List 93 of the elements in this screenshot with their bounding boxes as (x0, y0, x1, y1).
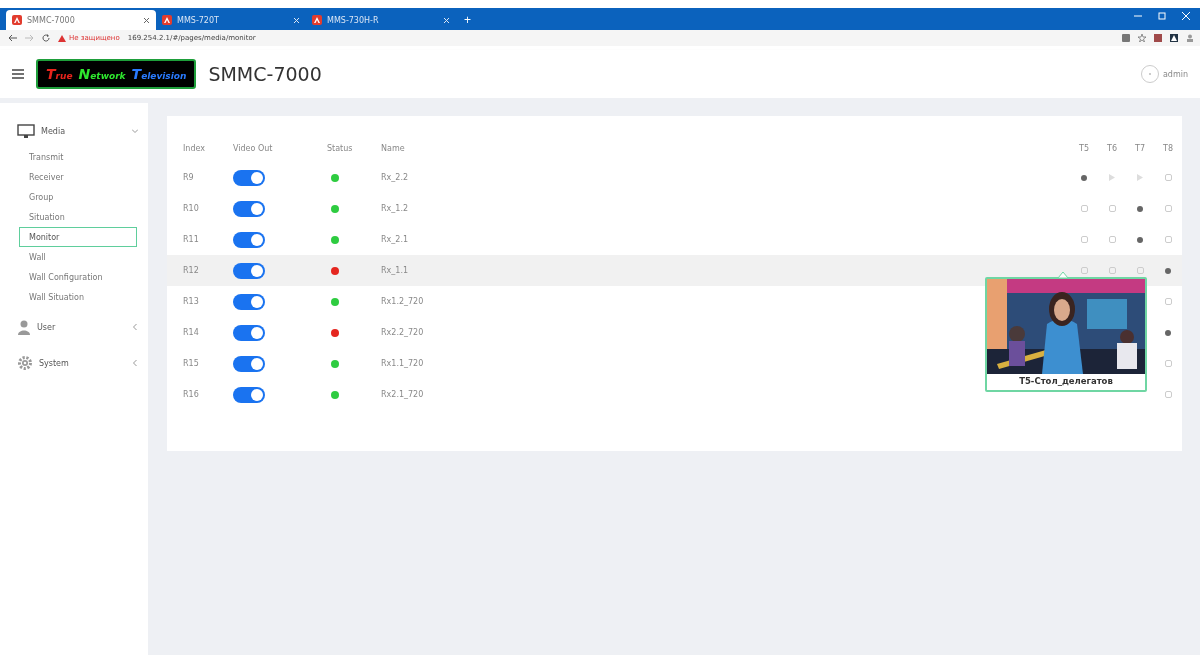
table-cell: R16 (183, 390, 199, 399)
toggle-switch[interactable] (233, 293, 265, 310)
selected-dot-icon[interactable] (1165, 329, 1171, 336)
table-cell: Rx1.1_720 (381, 359, 424, 368)
chevron-icon[interactable] (132, 128, 138, 134)
logo-word: Television (131, 66, 187, 82)
toggle-switch[interactable] (233, 386, 265, 403)
user-name[interactable]: admin (1162, 69, 1188, 79)
sidebar-item[interactable]: Wall (19, 247, 137, 267)
menu-icon[interactable] (12, 69, 24, 79)
table-cell: Rx1.2_720 (381, 297, 424, 306)
new-tab-button[interactable]: + (456, 13, 479, 30)
selected-dot-icon[interactable] (1165, 267, 1171, 274)
sidebar-section[interactable]: Media (0, 119, 148, 143)
empty-square-icon[interactable] (1108, 267, 1116, 274)
empty-square-icon[interactable] (1136, 267, 1144, 274)
selected-dot-icon[interactable] (1081, 174, 1087, 181)
preview-caption: T5-Стол_делегатов (1018, 375, 1114, 388)
sidebar-item[interactable]: Group (19, 187, 137, 207)
table-cell: R15 (183, 359, 199, 368)
table-cell: Rx_1.2 (381, 204, 408, 213)
sidebar-item[interactable]: Wall Situation (19, 287, 137, 307)
empty-square-icon[interactable] (1164, 205, 1172, 212)
column-header: T6 (1107, 143, 1117, 153)
table-cell: Rx_2.2 (381, 173, 408, 182)
column-header: T7 (1135, 143, 1145, 153)
empty-square-icon[interactable] (1080, 205, 1088, 212)
column-header: Video Out (233, 143, 273, 153)
toggle-switch[interactable] (233, 324, 265, 341)
column-header: T5 (1079, 143, 1089, 153)
logo-word: Network (78, 66, 126, 82)
browser-tab[interactable]: SMMC-7000 (6, 10, 156, 30)
empty-square-icon[interactable] (1164, 174, 1172, 181)
toggle-switch[interactable] (233, 231, 265, 248)
toggle-switch[interactable] (233, 200, 265, 217)
browser-tab[interactable]: MMS-730H-R (306, 10, 456, 30)
empty-square-icon[interactable] (1164, 236, 1172, 243)
sidebar-item[interactable]: Situation (19, 207, 137, 227)
table-cell: Rx_1.1 (381, 266, 408, 275)
empty-square-icon[interactable] (1164, 360, 1172, 367)
app-icon (312, 15, 322, 25)
table-cell: Rx2.1_720 (381, 390, 424, 399)
table-cell: R11 (183, 235, 199, 244)
table-cell: Rx_2.1 (381, 235, 408, 244)
sidebar-item[interactable]: Monitor (19, 227, 137, 247)
gear-icon (17, 355, 33, 371)
translate-icon[interactable] (1122, 34, 1130, 42)
chevron-icon[interactable] (132, 360, 138, 366)
back-icon[interactable] (8, 34, 17, 42)
logo-word: True (46, 66, 73, 82)
star-icon[interactable] (1138, 34, 1146, 42)
table-cell: R14 (183, 328, 199, 337)
column-header: Status (327, 143, 353, 153)
table-cell: R9 (183, 173, 194, 182)
column-header: Index (183, 143, 206, 153)
app-icon (12, 15, 22, 25)
empty-square-icon[interactable] (1108, 205, 1116, 212)
avatar-icon[interactable] (1140, 65, 1159, 83)
browser-tab[interactable]: MMS-720T (156, 10, 306, 30)
forward-icon[interactable] (25, 34, 34, 42)
minimize-icon[interactable] (1134, 12, 1142, 20)
toggle-switch[interactable] (233, 262, 265, 279)
toggle-switch[interactable] (233, 355, 265, 372)
sidebar-section[interactable]: User (0, 315, 148, 339)
empty-square-icon[interactable] (1108, 236, 1116, 243)
profile-icon[interactable] (1186, 34, 1194, 42)
close-icon[interactable] (143, 16, 150, 24)
column-header: T8 (1163, 143, 1173, 153)
selected-dot-icon[interactable] (1137, 236, 1143, 243)
sidebar-item[interactable]: Receiver (19, 167, 137, 187)
table-cell: R10 (183, 204, 199, 213)
sidebar-item[interactable]: Transmit (19, 147, 137, 167)
extension-icon[interactable] (1170, 34, 1178, 42)
table-cell: R12 (183, 266, 199, 275)
toggle-switch[interactable] (233, 169, 265, 186)
monitor-icon (17, 123, 35, 139)
empty-square-icon[interactable] (1164, 391, 1172, 398)
user-icon (17, 319, 31, 335)
table-cell: Rx2.2_720 (381, 328, 424, 337)
warning-icon (58, 34, 66, 42)
restore-icon[interactable] (1158, 12, 1166, 20)
reload-icon[interactable] (42, 34, 50, 42)
app-title: SMMC-7000 (208, 63, 322, 85)
sidebar-item[interactable]: Wall Configuration (19, 267, 137, 287)
empty-square-icon[interactable] (1080, 267, 1088, 274)
sidebar-section[interactable]: System (0, 351, 148, 375)
empty-square-icon[interactable] (1164, 298, 1172, 305)
column-header: Name (381, 143, 405, 153)
table-cell: R13 (183, 297, 199, 306)
chevron-icon[interactable] (132, 324, 138, 330)
empty-square-icon[interactable] (1080, 236, 1088, 243)
app-icon (162, 15, 172, 25)
selected-dot-icon[interactable] (1137, 205, 1143, 212)
